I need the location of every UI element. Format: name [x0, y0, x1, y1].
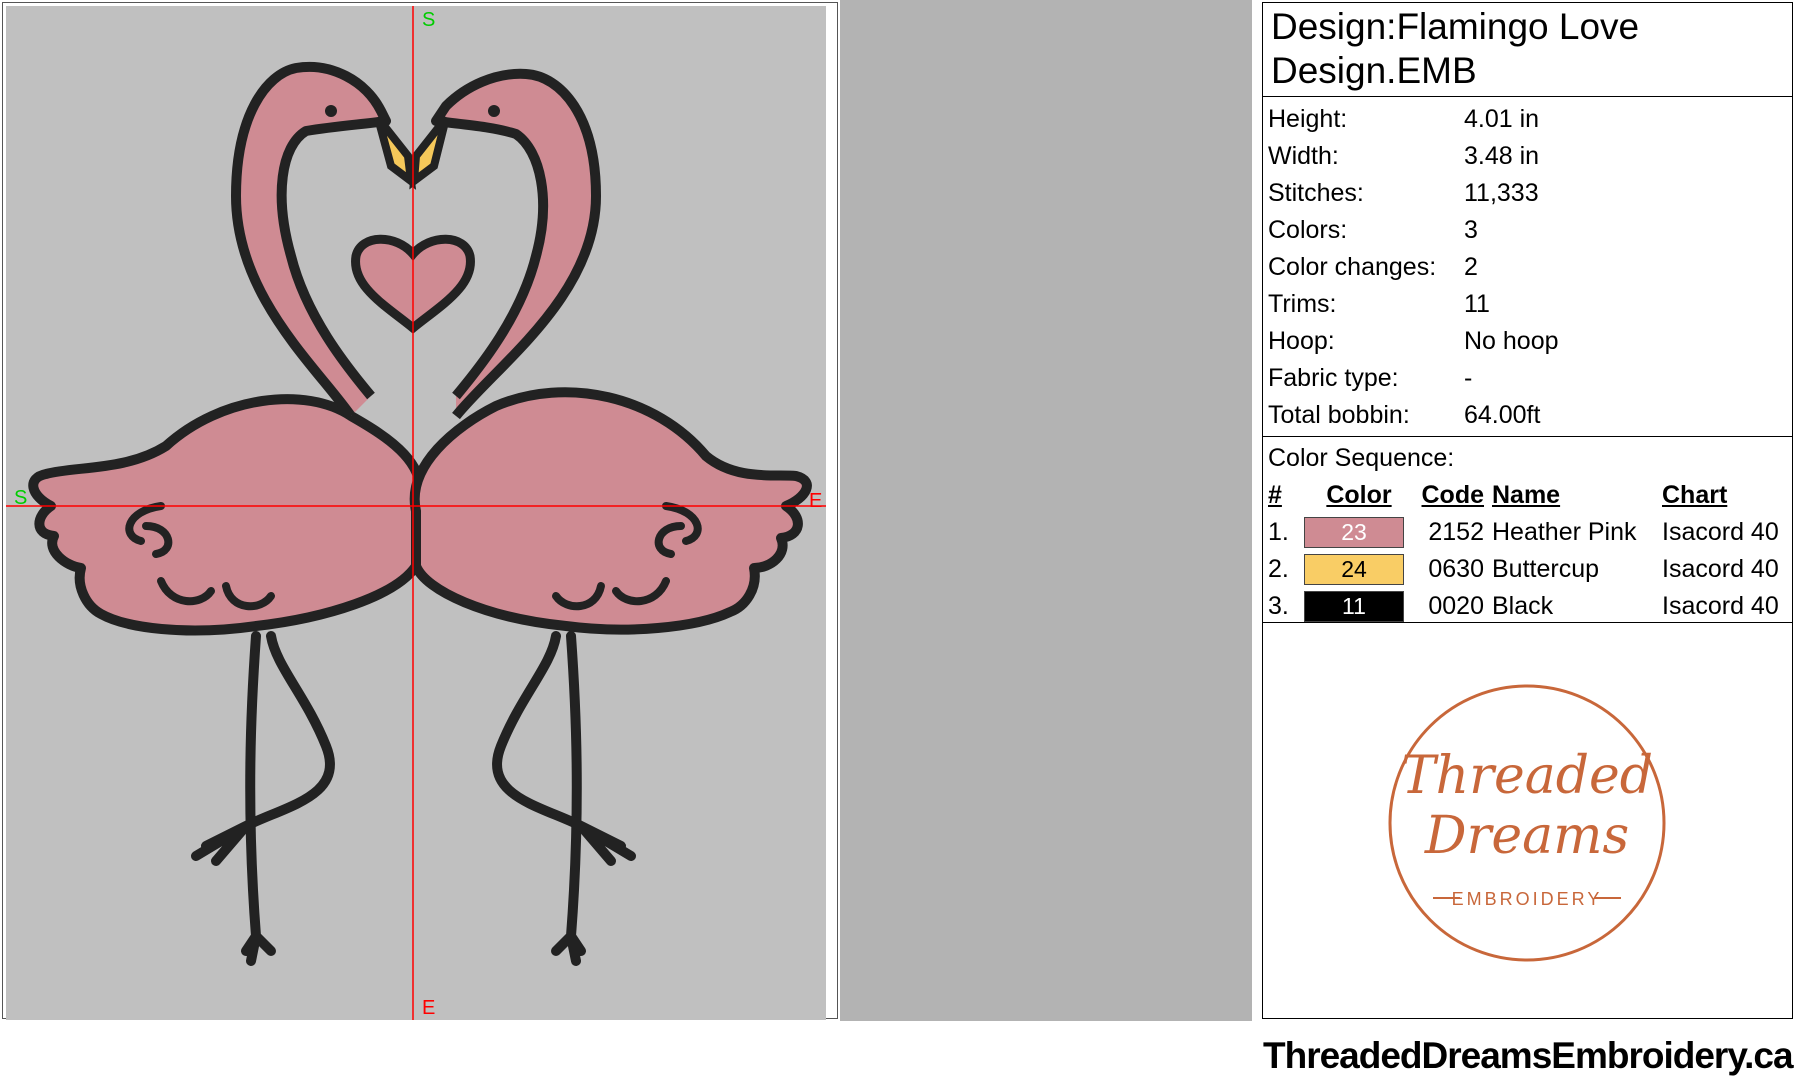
- property-label: Trims:: [1268, 290, 1337, 318]
- design-file-name: Design.EMB: [1271, 50, 1477, 91]
- property-value: 2: [1464, 253, 1478, 281]
- property-value: 3: [1464, 216, 1478, 244]
- design-canvas-panel: S S E E: [0, 0, 840, 1021]
- color-chart: Isacord 40: [1662, 592, 1779, 620]
- property-value: -: [1464, 364, 1473, 392]
- color-swatch: 24: [1304, 554, 1404, 585]
- property-row: Width: 3.48 in: [1263, 138, 1792, 175]
- color-chart: Isacord 40: [1662, 518, 1779, 546]
- color-code: 2152: [1428, 518, 1484, 546]
- design-info-panel: Design:Flamingo Love Design.EMB Height: …: [1262, 2, 1794, 1076]
- website-url: ThreadedDreamsEmbroidery.ca: [1263, 1035, 1794, 1076]
- color-swatch: 23: [1304, 517, 1404, 548]
- property-row: Total bobbin: 64.00ft: [1263, 397, 1792, 434]
- property-label: Color changes:: [1268, 253, 1437, 281]
- color-sequence-title: Color Sequence:: [1268, 444, 1455, 472]
- header-name: Name: [1492, 480, 1561, 509]
- color-sequence-section: Color Sequence: # Color Code Name Chart …: [1263, 437, 1792, 623]
- property-row: Trims: 11: [1263, 286, 1792, 323]
- color-row-num: 1.: [1268, 518, 1289, 546]
- property-row: Hoop: No hoop: [1263, 323, 1792, 360]
- color-row-num: 2.: [1268, 555, 1289, 583]
- color-name: Heather Pink: [1492, 518, 1637, 546]
- left-start-marker: S: [14, 487, 28, 509]
- top-start-marker: S: [422, 9, 436, 31]
- right-beak: [409, 115, 450, 190]
- brand-logo-area: Threaded Dreams EMBROIDERY ThreadedDream…: [1263, 623, 1794, 1076]
- hoop-area[interactable]: S S E E: [6, 6, 826, 1020]
- canvas-frame: S S E E: [2, 2, 838, 1020]
- color-row: 3. 11 0020 Black Isacord 40: [1263, 588, 1792, 625]
- property-label: Width:: [1268, 142, 1339, 170]
- left-flamingo: [28, 61, 426, 636]
- color-row: 2. 24 0630 Buttercup Isacord 40: [1263, 551, 1792, 588]
- logo-script-line-2: Dreams: [1424, 806, 1629, 866]
- header-code: Code: [1421, 480, 1485, 509]
- design-title: Design:Flamingo Love: [1271, 6, 1640, 47]
- color-swatch: 11: [1304, 591, 1404, 622]
- property-value: 11,333: [1464, 179, 1539, 207]
- color-name: Buttercup: [1492, 555, 1600, 583]
- right-flamingo: [409, 68, 812, 635]
- property-value: 3.48 in: [1464, 142, 1540, 170]
- property-value: 64.00ft: [1464, 401, 1541, 429]
- property-value: 4.01 in: [1464, 105, 1540, 133]
- color-row: 1. 23 2152 Heather Pink Isacord 40: [1263, 514, 1792, 551]
- color-code: 0020: [1428, 592, 1484, 620]
- threaded-dreams-logo: Threaded Dreams EMBROIDERY: [1388, 684, 1666, 962]
- color-code: 0630: [1428, 555, 1484, 583]
- color-chart: Isacord 40: [1662, 555, 1779, 583]
- property-label: Fabric type:: [1268, 364, 1399, 392]
- left-beak: [374, 115, 417, 190]
- color-table-header: # Color Code Name Chart: [1263, 476, 1792, 514]
- color-row-num: 3.: [1268, 592, 1289, 620]
- logo-tagline: EMBROIDERY: [1452, 889, 1603, 909]
- property-row: Height: 4.01 in: [1263, 101, 1792, 138]
- design-title-box: Design:Flamingo Love Design.EMB: [1263, 3, 1792, 97]
- property-row: Colors: 3: [1263, 212, 1792, 249]
- header-color: Color: [1326, 480, 1392, 509]
- flamingo-design-preview: [6, 6, 826, 1020]
- logo-script-line-1: Threaded: [1401, 746, 1653, 806]
- right-end-marker: E: [809, 490, 823, 512]
- bottom-end-marker: E: [422, 997, 436, 1019]
- property-label: Total bobbin:: [1268, 401, 1410, 429]
- property-value: No hoop: [1464, 327, 1559, 355]
- header-chart: Chart: [1662, 480, 1728, 509]
- property-label: Colors:: [1268, 216, 1348, 244]
- property-label: Stitches:: [1268, 179, 1364, 207]
- property-label: Height:: [1268, 105, 1348, 133]
- color-name: Black: [1492, 592, 1554, 620]
- property-row: Stitches: 11,333: [1263, 175, 1792, 212]
- property-label: Hoop:: [1268, 327, 1335, 355]
- left-eye: [325, 105, 337, 117]
- right-eye: [488, 105, 500, 117]
- design-properties: Height: 4.01 in Width: 3.48 in Stitches:…: [1263, 97, 1792, 437]
- empty-gutter: [840, 0, 1252, 1021]
- header-num: #: [1268, 480, 1282, 509]
- property-row: Color changes: 2: [1263, 249, 1792, 286]
- property-value: 11: [1464, 290, 1490, 318]
- property-row: Fabric type: -: [1263, 360, 1792, 397]
